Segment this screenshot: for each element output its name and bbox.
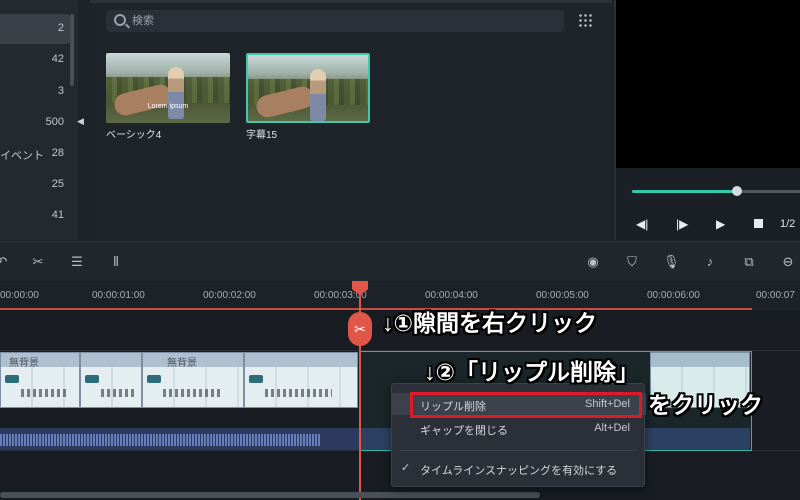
prev-frame-icon[interactable]: ◀|: [636, 217, 648, 231]
zoom-out-icon[interactable]: ⊖: [780, 254, 796, 270]
scissors-icon[interactable]: ✂: [348, 312, 372, 346]
search-box[interactable]: [106, 10, 564, 32]
media-thumbnail-selected[interactable]: [246, 53, 370, 123]
video-clip[interactable]: 無背景: [142, 352, 244, 408]
library-item-count: 3: [57, 85, 64, 97]
thumbnail-label: ベーシック4: [106, 130, 162, 141]
instruction-step3: をクリック: [648, 392, 763, 418]
progress-fill: [632, 190, 738, 193]
thumbnail-caption: Lorem ipsum: [147, 103, 189, 110]
grid-view-icon[interactable]: [578, 13, 592, 27]
instruction-step1: ↓①隙間を右クリック: [382, 310, 597, 336]
library-item-count: 2: [57, 22, 64, 34]
adjust-icon[interactable]: ☰: [69, 254, 85, 270]
page-ratio: 1/2: [780, 218, 796, 230]
library-item[interactable]: 500: [0, 108, 70, 138]
library-item[interactable]: 25: [0, 170, 70, 200]
library-item-count: 500: [45, 116, 64, 128]
timeline-toolbar: ↶ ✂ ☰ ⦀ ◉ ⛉ 🎙 ♪ ⧉ ⊖: [0, 241, 800, 281]
video-clip[interactable]: 無背景: [0, 352, 80, 408]
ruler-tick: 00:00:07: [756, 290, 795, 301]
undo-icon[interactable]: ↶: [0, 254, 10, 270]
search-input[interactable]: [132, 13, 552, 29]
audio-wave-icon[interactable]: ⦀: [108, 254, 124, 270]
preview-player: ◀| |▶ ▶ 1/2: [614, 0, 800, 240]
ruler-tick: 00:00:00: [0, 290, 39, 301]
library-scrollbar[interactable]: [70, 14, 74, 86]
menu-item-timeline-snapping[interactable]: ✓ タイムラインスナッピングを有効にする: [392, 457, 646, 479]
check-icon: ✓: [401, 462, 411, 474]
preview-screen: [616, 0, 800, 168]
library-item-label: イベント: [0, 150, 44, 162]
library-item-count: 25: [51, 178, 64, 190]
editor-window: 2 42 3 500 イベント 28 25 41 ◀ 検索 Lorem ipsu…: [0, 0, 800, 500]
ruler-tick: 00:00:04:00: [425, 290, 478, 301]
library-panel: 2 42 3 500 イベント 28 25 41: [0, 0, 78, 240]
library-item[interactable]: 3: [0, 77, 70, 107]
media-browser: Lorem ipsum ベーシック4 字幕15: [90, 0, 612, 240]
caret-left-icon[interactable]: ◀: [77, 116, 87, 128]
mic-icon[interactable]: 🎙: [663, 254, 680, 270]
ruler-tick: 00:00:05:00: [536, 290, 589, 301]
progress-knob[interactable]: [732, 186, 743, 196]
video-clip[interactable]: [80, 352, 142, 408]
split-screen-icon[interactable]: ⧉: [741, 254, 757, 270]
render-icon[interactable]: ◉: [585, 254, 601, 270]
library-item-count: 28: [51, 147, 64, 159]
search-icon: [114, 14, 126, 26]
library-item[interactable]: 42: [0, 45, 70, 75]
ruler-tick: 00:00:06:00: [647, 290, 700, 301]
voiceover-icon[interactable]: ♪: [702, 254, 718, 270]
library-item-count: 42: [51, 53, 64, 65]
timeline-scrollbar[interactable]: [0, 492, 540, 498]
stop-icon[interactable]: [754, 217, 763, 231]
audio-waveform: [0, 434, 320, 446]
library-item-event[interactable]: イベント 28: [0, 139, 70, 169]
thumbnail-label: 字幕15: [246, 130, 278, 141]
next-frame-icon[interactable]: |▶: [676, 217, 688, 231]
menu-divider: [400, 450, 638, 451]
play-icon[interactable]: ▶: [716, 217, 725, 231]
library-item[interactable]: 2: [0, 14, 70, 44]
library-item-count: 41: [51, 209, 64, 221]
library-item[interactable]: 41: [0, 201, 70, 231]
instruction-step2: ↓②「リップル削除」: [424, 359, 639, 385]
playback-progress[interactable]: [632, 186, 800, 196]
ruler-tick: 00:00:01:00: [92, 290, 145, 301]
video-clip[interactable]: [244, 352, 358, 408]
menu-item-close-gap[interactable]: ギャップを閉じる Alt+Del: [392, 417, 646, 439]
divider: [90, 0, 612, 3]
media-thumbnail[interactable]: Lorem ipsum: [106, 53, 230, 123]
ruler-tick: 00:00:02:00: [203, 290, 256, 301]
highlight-box: [410, 392, 642, 418]
marker-icon[interactable]: ⛉: [624, 254, 640, 270]
scissors-icon[interactable]: ✂: [30, 254, 46, 270]
